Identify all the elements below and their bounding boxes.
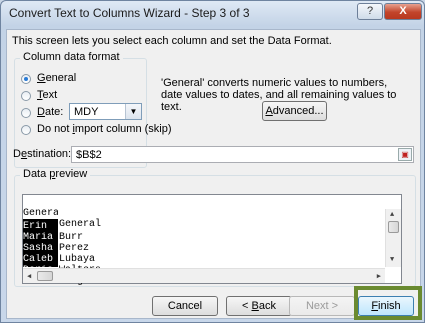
help-button[interactable]: ? — [357, 3, 383, 20]
horizontal-scrollbar[interactable]: ◀ ▶ — [23, 268, 385, 283]
vertical-scroll-thumb[interactable] — [388, 221, 399, 233]
date-format-select[interactable]: MDY ▼ — [69, 103, 142, 120]
next-button[interactable]: Next > — [289, 296, 355, 316]
scroll-right-icon[interactable]: ▶ — [377, 272, 381, 283]
help-icon: ? — [366, 5, 374, 17]
range-picker-icon[interactable]: ▣ — [398, 148, 412, 161]
table-row: Caleb Walters — [23, 243, 101, 276]
back-button[interactable]: < Back — [226, 296, 292, 316]
destination-value: $B$2 — [76, 149, 102, 161]
close-button[interactable]: X — [384, 3, 422, 20]
chevron-down-icon[interactable]: ▼ — [125, 104, 141, 119]
instruction-text: This screen lets you select each column … — [12, 35, 332, 47]
finish-highlight-box — [354, 286, 422, 320]
column-format-title: Column data format — [20, 51, 123, 63]
preview-header-row[interactable]: General General — [23, 197, 101, 230]
advanced-button[interactable]: Advanced... — [262, 101, 327, 121]
scroll-left-icon[interactable]: ◀ — [27, 272, 31, 283]
scroll-down-icon[interactable]: ▼ — [390, 255, 394, 266]
dialog-body: This screen lets you select each column … — [6, 29, 421, 319]
table-row: Maria Perez — [23, 221, 89, 254]
radio-date-label[interactable]: Date: — [37, 106, 63, 118]
radio-skip-indicator[interactable] — [21, 125, 31, 135]
destination-input[interactable]: $B$2 ▣ — [71, 146, 414, 163]
cancel-button[interactable]: Cancel — [152, 296, 218, 316]
table-row: Erin Burr — [23, 210, 83, 243]
radio-general-label[interactable]: General — [37, 72, 76, 84]
radio-skip-label[interactable]: Do not import column (skip) — [37, 123, 172, 135]
radio-date-indicator[interactable] — [21, 108, 31, 118]
close-icon: X — [399, 5, 407, 17]
vertical-scrollbar[interactable]: ▲ ▼ — [385, 209, 401, 267]
radio-general-indicator[interactable] — [21, 74, 31, 84]
table-row: Doris Knight — [23, 254, 95, 287]
destination-label: Destination: — [13, 148, 72, 160]
table-row: Sasha Lubaya — [23, 232, 95, 265]
scroll-up-icon[interactable]: ▲ — [390, 210, 394, 221]
wizard-window: Convert Text to Columns Wizard - Step 3 … — [0, 0, 425, 323]
window-title: Convert Text to Columns Wizard - Step 3 … — [9, 6, 250, 20]
radio-text-label[interactable]: Text — [37, 89, 57, 101]
radio-text-indicator[interactable] — [21, 91, 31, 101]
horizontal-scroll-thumb[interactable] — [37, 271, 53, 281]
data-preview-grid[interactable]: General General Erin Burr Maria Perez Sa… — [22, 194, 402, 287]
data-preview-title: Data preview — [20, 168, 91, 180]
title-bar: Convert Text to Columns Wizard - Step 3 … — [1, 1, 424, 25]
date-format-value: MDY — [74, 106, 99, 118]
